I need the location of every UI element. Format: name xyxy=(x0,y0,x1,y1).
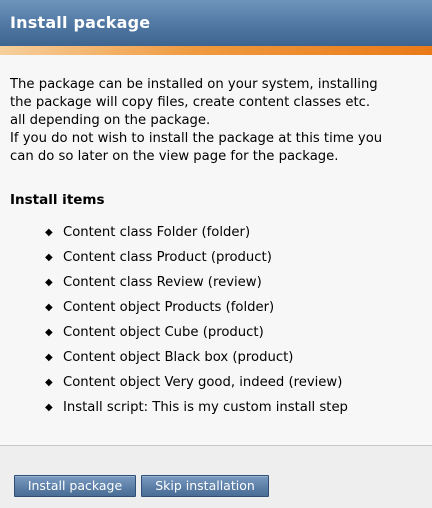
window-title: Install package xyxy=(10,13,151,32)
accent-divider xyxy=(0,46,432,55)
install-package-window: Install package The package can be insta… xyxy=(0,0,432,508)
list-item: ◆ Install script: This is my custom inst… xyxy=(45,399,348,424)
list-item-label: Content class Folder (folder) xyxy=(63,225,251,240)
install-items-heading: Install items xyxy=(10,192,105,208)
list-item: ◆ Content object Black box (product) xyxy=(45,349,348,374)
bullet-icon: ◆ xyxy=(45,302,53,313)
list-item-label: Content class Review (review) xyxy=(63,275,262,290)
bullet-icon: ◆ xyxy=(45,252,53,263)
list-item: ◆ Content object Cube (product) xyxy=(45,324,348,349)
bullet-icon: ◆ xyxy=(45,327,53,338)
bullet-icon: ◆ xyxy=(45,402,53,413)
list-item: ◆ Content class Folder (folder) xyxy=(45,224,348,249)
list-item-label: Content object Products (folder) xyxy=(63,300,275,315)
description-line: can do so later on the view page for the… xyxy=(10,149,339,164)
bullet-icon: ◆ xyxy=(45,277,53,288)
bullet-icon: ◆ xyxy=(45,377,53,388)
list-item: ◆ Content class Review (review) xyxy=(45,274,348,299)
description-text: The package can be installed on your sys… xyxy=(10,76,432,166)
list-item-label: Content object Black box (product) xyxy=(63,350,294,365)
skip-installation-button[interactable]: Skip installation xyxy=(141,475,269,497)
description-line: The package can be installed on your sys… xyxy=(10,77,378,92)
content-area: The package can be installed on your sys… xyxy=(0,55,432,446)
list-item: ◆ Content class Product (product) xyxy=(45,249,348,274)
description-line: the package will copy files, create cont… xyxy=(10,95,371,110)
button-bar: Install package Skip installation xyxy=(0,446,432,508)
list-item: ◆ Content object Products (folder) xyxy=(45,299,348,324)
install-package-button[interactable]: Install package xyxy=(14,475,136,497)
list-item-label: Install script: This is my custom instal… xyxy=(63,400,348,415)
list-item: ◆ Content object Very good, indeed (revi… xyxy=(45,374,348,399)
install-items-list: ◆ Content class Folder (folder) ◆ Conten… xyxy=(45,224,348,424)
list-item-label: Content class Product (product) xyxy=(63,250,272,265)
bullet-icon: ◆ xyxy=(45,227,53,238)
list-item-label: Content object Very good, indeed (review… xyxy=(63,375,343,390)
list-item-label: Content object Cube (product) xyxy=(63,325,264,340)
bullet-icon: ◆ xyxy=(45,352,53,363)
title-bar: Install package xyxy=(0,0,432,46)
description-line: all depending on the package. xyxy=(10,113,211,128)
description-line: If you do not wish to install the packag… xyxy=(10,131,383,146)
